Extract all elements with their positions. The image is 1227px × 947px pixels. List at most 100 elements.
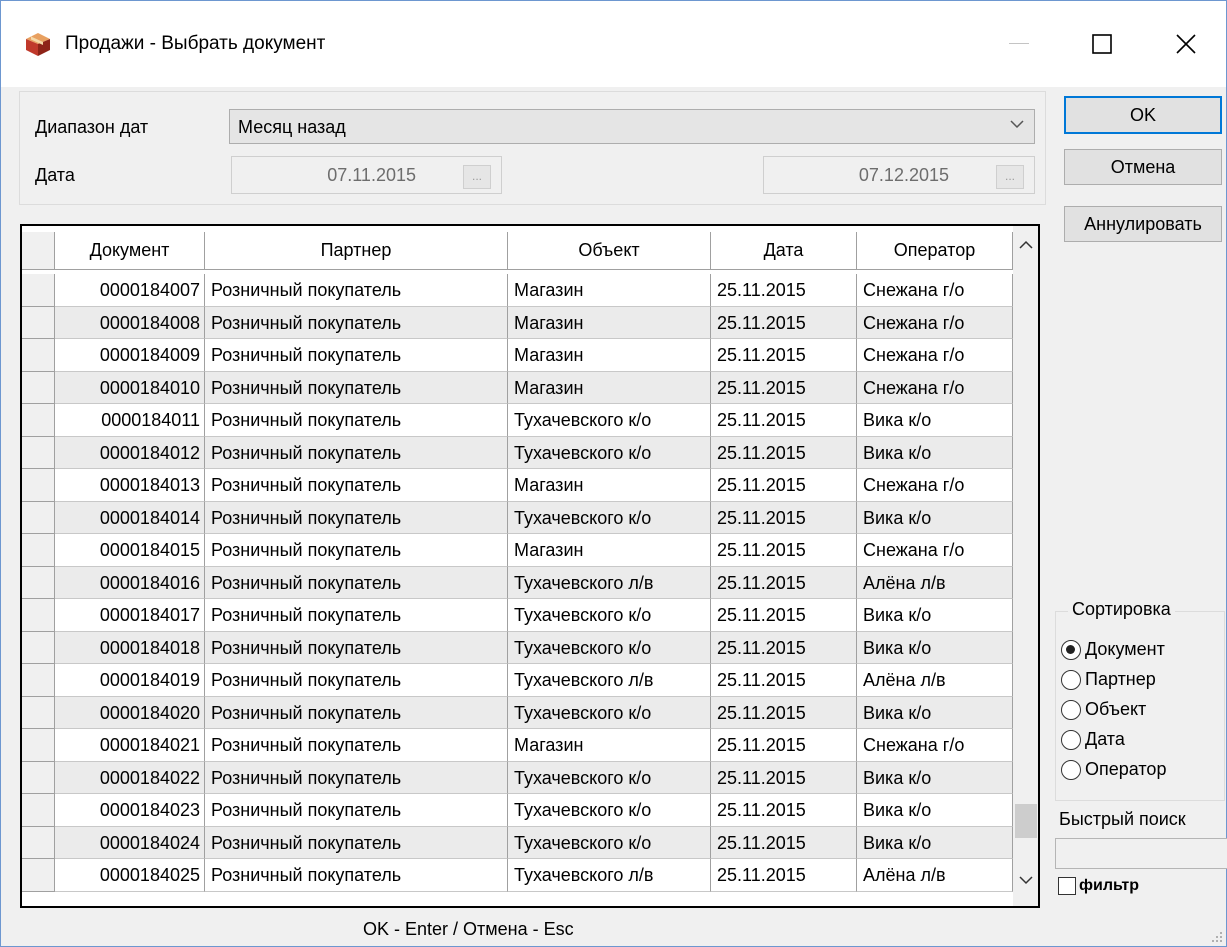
cell-date: 25.11.2015 [711, 469, 857, 502]
column-header-document[interactable]: Документ [55, 232, 205, 270]
cell-date: 25.11.2015 [711, 696, 857, 729]
cell-document: 0000184022 [55, 761, 205, 794]
row-indicator[interactable] [22, 501, 55, 534]
minimize-button[interactable] [996, 23, 1042, 65]
cell-date: 25.11.2015 [711, 859, 857, 892]
quick-search-input[interactable] [1055, 838, 1227, 869]
cell-partner: Розничный покупатель [205, 339, 508, 372]
table-row[interactable]: 0000184023 Розничный покупатель Тухачевско… [55, 794, 1013, 827]
sort-option-partner[interactable]: Партнер [1061, 669, 1156, 690]
row-indicator[interactable] [22, 794, 55, 827]
row-indicator[interactable] [22, 599, 55, 632]
table-row[interactable]: 0000184025 Розничный покупатель Тухачевско… [55, 859, 1013, 892]
maximize-button[interactable] [1079, 23, 1125, 65]
filter-checkbox[interactable]: фильтр [1058, 877, 1139, 895]
close-icon [1176, 34, 1196, 54]
table-row[interactable]: 0000184012 Розничный покупатель Тухачевско… [55, 436, 1013, 469]
cell-operator: Алёна л/в [857, 566, 1013, 599]
row-indicator[interactable] [22, 534, 55, 567]
table-row[interactable]: 0000184019 Розничный покупатель Тухачевско… [55, 664, 1013, 697]
cell-partner: Розничный покупатель [205, 274, 508, 307]
row-indicator[interactable] [22, 436, 55, 469]
cell-operator: Снежана г/о [857, 339, 1013, 372]
cell-operator: Снежана г/о [857, 469, 1013, 502]
column-header-operator[interactable]: Оператор [857, 232, 1013, 270]
column-header-date[interactable]: Дата [711, 232, 857, 270]
table-row[interactable]: 0000184017 Розничный покупатель Тухачевско… [55, 599, 1013, 632]
cell-partner: Розничный покупатель [205, 436, 508, 469]
cell-date: 25.11.2015 [711, 631, 857, 664]
date-to-picker-button[interactable]: ... [996, 165, 1024, 189]
row-indicator[interactable] [22, 274, 55, 307]
table-row[interactable]: 0000184015 Розничный покупатель Магазин 25.… [55, 534, 1013, 567]
sort-option-object[interactable]: Объект [1061, 699, 1146, 720]
table-row[interactable]: 0000184021 Розничный покупатель Магазин 25.… [55, 729, 1013, 762]
radio-icon [1061, 729, 1081, 750]
date-from-picker-button[interactable]: ... [463, 165, 491, 189]
cell-object: Тухачевского к/о [508, 404, 711, 437]
table-row[interactable]: 0000184007 Розничный покупатель Магазин 25.… [55, 274, 1013, 307]
cell-object: Тухачевского к/о [508, 794, 711, 827]
table-row[interactable]: 0000184013 Розничный покупатель Магазин 25.… [55, 469, 1013, 502]
vertical-scrollbar[interactable] [1013, 226, 1038, 906]
sort-option-date[interactable]: Дата [1061, 729, 1125, 750]
sort-option-document[interactable]: Документ [1061, 639, 1165, 660]
cell-operator: Снежана г/о [857, 534, 1013, 567]
row-indicator[interactable] [22, 859, 55, 892]
table-row[interactable]: 0000184022 Розничный покупатель Тухачевско… [55, 761, 1013, 794]
table-row[interactable]: 0000184008 Розничный покупатель Магазин 25.… [55, 306, 1013, 339]
table-row[interactable]: 0000184014 Розничный покупатель Тухачевско… [55, 501, 1013, 534]
ok-button[interactable]: OK [1064, 96, 1222, 134]
cell-document: 0000184011 [55, 404, 205, 437]
cell-date: 25.11.2015 [711, 761, 857, 794]
table-row[interactable]: 0000184016 Розничный покупатель Тухачевско… [55, 566, 1013, 599]
cell-object: Магазин [508, 729, 711, 762]
row-indicator[interactable] [22, 404, 55, 437]
row-indicator[interactable] [22, 469, 55, 502]
table-row[interactable]: 0000184010 Розничный покупатель Магазин 25.… [55, 371, 1013, 404]
cell-partner: Розничный покупатель [205, 371, 508, 404]
chevron-down-icon [1010, 120, 1024, 129]
row-indicator[interactable] [22, 696, 55, 729]
column-header-partner[interactable]: Партнер [205, 232, 508, 270]
grid-header: Документ Партнер Объект Дата Оператор [22, 226, 1038, 274]
table-row[interactable]: 0000184009 Розничный покупатель Магазин 25.… [55, 339, 1013, 372]
scroll-thumb[interactable] [1015, 804, 1037, 838]
resize-grip-icon[interactable] [1211, 931, 1223, 943]
table-row[interactable]: 0000184024 Розничный покупатель Тухачевско… [55, 826, 1013, 859]
date-to-value: 07.12.2015 [858, 165, 949, 185]
date-label: Дата [35, 165, 75, 185]
cell-operator: Вика к/о [857, 599, 1013, 632]
cell-date: 25.11.2015 [711, 306, 857, 339]
table-row[interactable]: 0000184020 Розничный покупатель Тухачевско… [55, 696, 1013, 729]
row-indicator[interactable] [22, 761, 55, 794]
row-indicator[interactable] [22, 729, 55, 762]
cell-partner: Розничный покупатель [205, 404, 508, 437]
cancel-button[interactable]: Отмена [1064, 149, 1222, 185]
date-to-field[interactable]: 07.12.2015 ... [763, 156, 1035, 194]
row-indicator[interactable] [22, 826, 55, 859]
table-row[interactable]: 0000184018 Розничный покупатель Тухачевско… [55, 631, 1013, 664]
annul-button[interactable]: Аннулировать [1064, 206, 1222, 242]
scroll-up-icon[interactable] [1019, 240, 1033, 249]
row-indicator[interactable] [22, 631, 55, 664]
documents-grid[interactable]: Документ Партнер Объект Дата Оператор 00… [20, 224, 1040, 908]
cell-document: 0000184007 [55, 274, 205, 307]
close-button[interactable] [1163, 23, 1209, 65]
row-indicator[interactable] [22, 371, 55, 404]
row-indicator[interactable] [22, 339, 55, 372]
keyboard-hint: OK - Enter / Отмена - Esc [363, 919, 574, 939]
row-indicator[interactable] [22, 664, 55, 697]
cell-object: Тухачевского к/о [508, 826, 711, 859]
date-from-field[interactable]: 07.11.2015 ... [231, 156, 502, 194]
cell-date: 25.11.2015 [711, 664, 857, 697]
cell-document: 0000184019 [55, 664, 205, 697]
column-header-object[interactable]: Объект [508, 232, 711, 270]
table-row[interactable]: 0000184011 Розничный покупатель Тухачевско… [55, 404, 1013, 437]
sort-option-operator[interactable]: Оператор [1061, 759, 1166, 780]
date-range-combobox[interactable]: Месяц назад [229, 109, 1035, 144]
row-indicator[interactable] [22, 566, 55, 599]
cell-object: Тухачевского к/о [508, 696, 711, 729]
row-indicator[interactable] [22, 306, 55, 339]
scroll-down-icon[interactable] [1019, 876, 1033, 885]
